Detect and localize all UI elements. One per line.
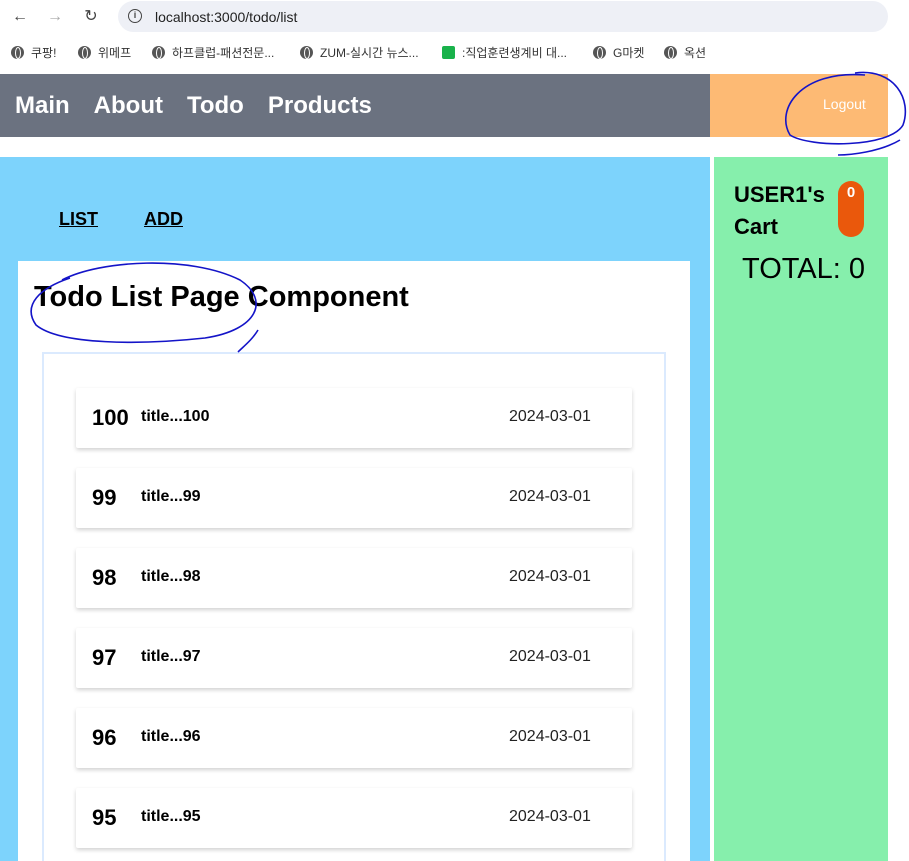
todo-item[interactable]: 99 title...99 2024-03-01 <box>76 468 632 528</box>
todo-item[interactable]: 96 title...96 2024-03-01 <box>76 708 632 768</box>
nav-products-link[interactable]: Products <box>268 92 372 120</box>
bookmark-item[interactable]: 옥션 <box>664 44 706 62</box>
cart-panel: USER1's Cart 0 TOTAL: 0 <box>714 157 888 861</box>
logout-area: Logout <box>710 74 888 137</box>
forward-arrow-icon[interactable]: → <box>44 6 66 28</box>
address-bar[interactable]: i localhost:3000/todo/list <box>118 1 888 32</box>
todo-number: 95 <box>92 805 117 830</box>
list-link[interactable]: LIST <box>59 209 98 230</box>
envelope-icon <box>442 46 455 59</box>
todo-item[interactable]: 95 title...95 2024-03-01 <box>76 788 632 848</box>
url-text: localhost:3000/todo/list <box>155 9 298 25</box>
todo-title: title...100 <box>141 408 210 425</box>
nav-about-link[interactable]: About <box>94 92 163 120</box>
todo-item[interactable]: 98 title...98 2024-03-01 <box>76 548 632 608</box>
todo-number: 97 <box>92 645 117 670</box>
todo-date: 2024-03-01 <box>509 408 591 425</box>
todo-title: title...98 <box>141 568 201 585</box>
page-title: Todo List Page Component <box>34 281 409 313</box>
todo-number: 96 <box>92 725 117 750</box>
site-info-icon[interactable]: i <box>128 9 142 23</box>
todo-date: 2024-03-01 <box>509 568 591 585</box>
globe-icon <box>152 46 165 59</box>
cart-total: TOTAL: 0 <box>742 253 866 285</box>
todo-title: title...95 <box>141 808 201 825</box>
todo-number: 100 <box>92 405 129 430</box>
bookmarks-bar: 쿠팡! 위메프 하프클럽-패션전문... ZUM-실시간 뉴스... :직업훈련… <box>0 38 909 68</box>
globe-icon <box>11 46 24 59</box>
todo-date: 2024-03-01 <box>509 648 591 665</box>
todo-item[interactable]: 97 title...97 2024-03-01 <box>76 628 632 688</box>
nav-main-link[interactable]: Main <box>15 92 70 120</box>
globe-icon <box>664 46 677 59</box>
add-link[interactable]: ADD <box>144 209 183 230</box>
browser-toolbar: ← → ↻ i localhost:3000/todo/list <box>0 0 909 34</box>
globe-icon <box>593 46 606 59</box>
bookmark-item[interactable]: 위메프 <box>78 44 131 62</box>
todo-list-card: Todo List Page Component 100 title...100… <box>18 261 690 861</box>
main-nav: Main About Todo Products <box>15 92 372 120</box>
bookmark-item[interactable]: 하프클럽-패션전문... <box>152 44 274 62</box>
todo-date: 2024-03-01 <box>509 808 591 825</box>
main-content: LIST ADD Todo List Page Component 100 ti… <box>0 157 710 861</box>
back-arrow-icon[interactable]: ← <box>9 6 31 28</box>
todo-date: 2024-03-01 <box>509 488 591 505</box>
bookmark-item[interactable]: :직업훈련생계비 대... <box>442 44 567 62</box>
todo-title: title...96 <box>141 728 201 745</box>
todo-date: 2024-03-01 <box>509 728 591 745</box>
globe-icon <box>300 46 313 59</box>
bookmark-item[interactable]: ZUM-실시간 뉴스... <box>300 44 419 62</box>
todo-title: title...99 <box>141 488 201 505</box>
todo-number: 98 <box>92 565 117 590</box>
reload-icon[interactable]: ↻ <box>80 6 102 28</box>
logout-button[interactable]: Logout <box>823 96 866 112</box>
globe-icon <box>78 46 91 59</box>
bookmark-item[interactable]: G마켓 <box>593 44 644 62</box>
bookmark-item[interactable]: 쿠팡! <box>11 44 56 62</box>
cart-title: USER1's Cart <box>734 182 825 239</box>
todo-list: 100 title...100 2024-03-01 99 title...99… <box>42 352 666 861</box>
todo-title: title...97 <box>141 648 201 665</box>
todo-item[interactable]: 100 title...100 2024-03-01 <box>76 388 632 448</box>
todo-number: 99 <box>92 485 117 510</box>
nav-todo-link[interactable]: Todo <box>187 92 244 120</box>
cart-count-badge: 0 <box>838 181 864 237</box>
todo-menu: LIST ADD <box>59 209 183 230</box>
